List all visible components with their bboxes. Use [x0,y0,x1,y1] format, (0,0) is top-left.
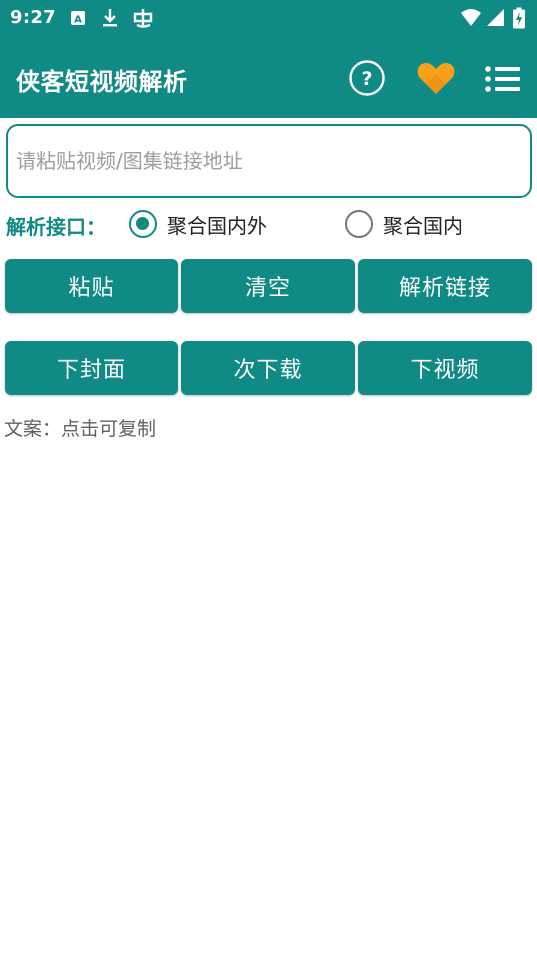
radio-option-domestic[interactable]: 聚合国内 [345,208,463,240]
menu-list-icon[interactable] [484,62,522,96]
download-video-button[interactable]: 下视频 [358,341,532,395]
app-title: 侠客短视频解析 [16,68,188,96]
radio-option-global[interactable]: 聚合国内外 [129,208,267,240]
radio-unselected-icon [345,210,373,238]
link-input[interactable] [6,124,532,198]
wifi-icon [461,9,481,26]
radio-label-domestic: 聚合国内 [383,213,463,238]
paste-button[interactable]: 粘贴 [5,259,178,313]
heart-icon[interactable] [416,59,456,97]
clear-button[interactable]: 清空 [181,259,355,313]
svg-text:?: ? [361,68,372,90]
signal-icon [487,9,504,26]
copy-text[interactable]: 文案：点击可复制 [4,414,156,441]
battery-charging-icon [513,7,525,29]
parse-link-button[interactable]: 解析链接 [358,259,532,313]
bug-icon [133,9,153,28]
status-time: 9:27 [10,7,56,28]
help-icon[interactable]: ? [348,59,386,97]
svg-text:A: A [74,15,82,26]
download-cover-button[interactable]: 下封面 [5,341,178,395]
status-bar: 9:27 A [0,0,537,38]
radio-selected-icon [129,210,157,238]
times-download-button[interactable]: 次下载 [181,341,355,395]
api-label: 解析接口： [6,215,106,239]
a-notification-icon: A [71,11,85,26]
radio-label-global: 聚合国内外 [167,213,267,238]
download-icon [103,9,117,27]
app-bar: 侠客短视频解析 ? [0,38,537,118]
